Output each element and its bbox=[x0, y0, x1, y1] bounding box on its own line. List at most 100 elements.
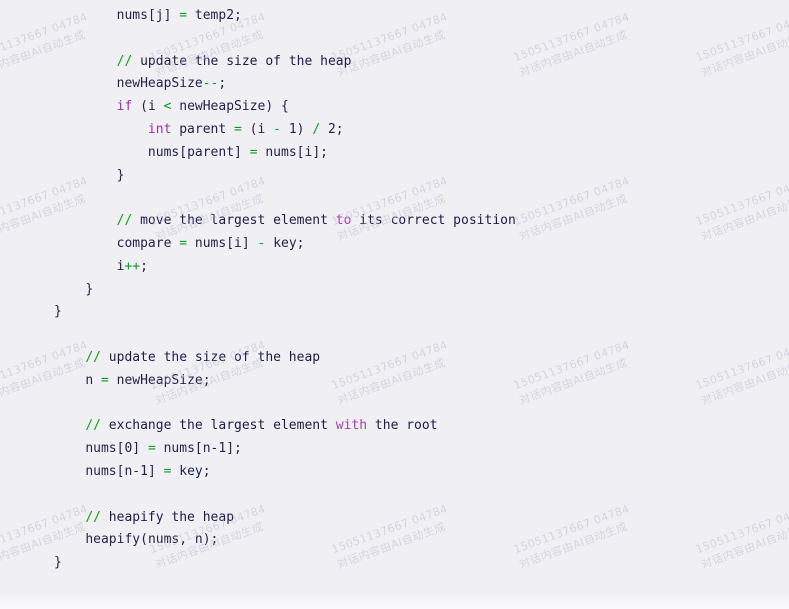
code-token-cmt: update the size of the heap bbox=[132, 53, 352, 69]
code-token-id: j bbox=[155, 8, 164, 23]
code-token-pun bbox=[250, 236, 258, 251]
code-token-pun: ) bbox=[296, 121, 313, 137]
code-token-cmt-slash: // bbox=[85, 509, 101, 525]
code-token-id: i bbox=[147, 99, 156, 115]
code-token-pun: ; bbox=[140, 258, 148, 274]
code-token-pun: ( bbox=[140, 532, 148, 548]
code-token-pun: ( bbox=[241, 121, 258, 137]
code-token-pun: ] bbox=[147, 463, 156, 479]
code-token-pun: [ bbox=[147, 8, 156, 23]
code-token-pun: ); bbox=[202, 532, 219, 548]
code-token-pun: ( bbox=[132, 99, 148, 115]
code-token-pun: } bbox=[54, 555, 62, 571]
code-token-id: heapify bbox=[85, 532, 141, 548]
code-token-cmt-slash: // bbox=[116, 53, 133, 69]
code-token-pun: [ bbox=[194, 441, 203, 457]
code-token-cmt: move the largest element bbox=[132, 213, 336, 229]
code-token-op: = bbox=[179, 8, 188, 23]
code-token-id: newHeapSize bbox=[116, 372, 203, 388]
code-token-num: 2 bbox=[327, 121, 336, 137]
code-line: int parent = (i - 1) / 2; bbox=[0, 119, 789, 142]
code-token-pun: ] bbox=[132, 441, 141, 457]
code-token-pun: ] bbox=[241, 235, 250, 251]
code-token-pun: ] bbox=[234, 144, 242, 160]
code-token-pun: ]; bbox=[312, 144, 328, 160]
code-line: ​ bbox=[0, 324, 789, 347]
code-token-pun: [ bbox=[226, 235, 235, 251]
code-line: // heapify the heap bbox=[0, 507, 789, 530]
code-token-op: - bbox=[273, 121, 281, 137]
code-token-pun bbox=[156, 464, 164, 479]
screenshot-root: nums[j] = temp2;​ // update the size of … bbox=[0, 0, 789, 609]
code-line: } bbox=[0, 165, 789, 188]
code-token-cmt-kw: to bbox=[335, 213, 352, 229]
code-token-id: nums bbox=[194, 235, 227, 251]
code-token-id: temp2 bbox=[194, 8, 235, 23]
code-token-id: key bbox=[179, 463, 203, 479]
code-token-pun: ; bbox=[218, 76, 227, 92]
code-token-pun bbox=[242, 145, 250, 160]
code-token-pun: ; bbox=[202, 463, 211, 479]
code-line: nums[j] = temp2; bbox=[0, 5, 789, 28]
code-token-id: nums bbox=[163, 441, 195, 457]
code-token-kw: int bbox=[147, 121, 172, 137]
code-line: compare = nums[i] - key; bbox=[0, 233, 789, 256]
code-token-num: 1 bbox=[288, 121, 297, 137]
code-token-id: n bbox=[85, 372, 101, 388]
code-token-id: key bbox=[273, 235, 297, 251]
code-line: nums[parent] = nums[i]; bbox=[0, 142, 789, 165]
code-token-op: / bbox=[312, 121, 321, 137]
code-line: n = newHeapSize; bbox=[0, 370, 789, 393]
code-line: ​ bbox=[0, 187, 789, 210]
code-token-pun bbox=[156, 441, 164, 456]
code-line: if (i < newHeapSize) { bbox=[0, 96, 789, 119]
code-token-op: = bbox=[179, 235, 188, 251]
code-token-op: -- bbox=[202, 76, 219, 92]
code-token-pun: [ bbox=[179, 144, 188, 160]
code-token-pun: ; bbox=[296, 235, 305, 251]
code-viewer[interactable]: nums[j] = temp2;​ // update the size of … bbox=[0, 0, 789, 592]
code-token-cmt-slash: // bbox=[85, 349, 101, 365]
code-line: // update the size of the heap bbox=[0, 347, 789, 370]
code-token-pun bbox=[320, 122, 328, 137]
code-token-cmt: exchange the largest element bbox=[100, 418, 336, 434]
code-token-pun: } bbox=[85, 281, 94, 297]
code-line: ​ bbox=[0, 28, 789, 51]
code-token-op: = bbox=[249, 144, 258, 160]
code-token-id: nums bbox=[265, 144, 297, 160]
code-line: // exchange the largest element with the… bbox=[0, 415, 789, 438]
code-token-id: compare bbox=[116, 235, 180, 251]
code-token-id: nums bbox=[116, 8, 148, 23]
code-token-id: parent bbox=[171, 121, 235, 137]
code-token-id: newHeapSize bbox=[179, 99, 266, 115]
code-token-pun: } bbox=[54, 304, 62, 320]
code-line: i++; bbox=[0, 256, 789, 279]
code-line: ​ bbox=[0, 484, 789, 507]
code-token-id: parent bbox=[187, 144, 235, 160]
code-token-pun bbox=[156, 99, 164, 114]
code-token-id: newHeapSize bbox=[116, 76, 203, 92]
code-token-pun: , bbox=[179, 532, 195, 548]
code-line: nums[n-1] = key; bbox=[0, 461, 789, 484]
code-block[interactable]: nums[j] = temp2;​ // update the size of … bbox=[0, 0, 789, 575]
code-token-pun: ; bbox=[335, 121, 344, 137]
code-token-pun bbox=[140, 441, 148, 456]
code-token-id: n-1 bbox=[202, 441, 227, 457]
code-token-pun: ; bbox=[202, 372, 211, 388]
